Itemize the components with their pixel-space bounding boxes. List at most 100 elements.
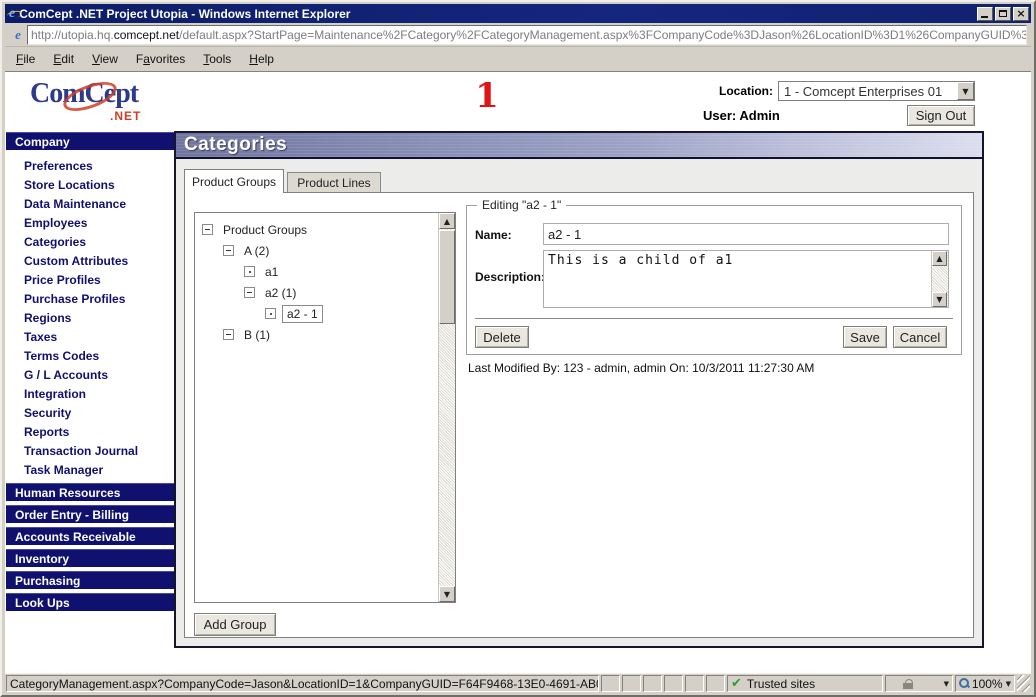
- sidebar-section-purchasing[interactable]: Purchasing: [6, 571, 174, 589]
- sidebar-item-data-maintenance[interactable]: Data Maintenance: [6, 194, 174, 213]
- security-dropdown-arrow-icon[interactable]: ▼: [944, 680, 949, 688]
- collapse-icon[interactable]: [223, 329, 234, 340]
- menu-view[interactable]: View: [83, 48, 127, 70]
- comcept-logo: ComCept .NET: [30, 76, 170, 126]
- tree-scrollbar[interactable]: ▲ ▼: [438, 213, 455, 602]
- sidebar-item-terms-codes[interactable]: Terms Codes: [6, 346, 174, 365]
- editor-fieldset: Editing "a2 - 1" Name: Description: This…: [466, 198, 962, 355]
- product-groups-tree: Product Groups A (2) a1 a2 (1) a2 - 1 B (1) ▲…: [194, 212, 456, 603]
- minus-glyph: [226, 334, 231, 335]
- menu-edit[interactable]: Edit: [44, 48, 83, 70]
- page-favicon-icon: e: [15, 26, 21, 42]
- add-group-button[interactable]: Add Group: [194, 613, 276, 636]
- menu-tools[interactable]: Tools: [194, 48, 240, 70]
- sidebar-item-purchase-profiles[interactable]: Purchase Profiles: [6, 289, 174, 308]
- leaf-icon[interactable]: [244, 266, 255, 277]
- close-icon: ×: [1016, 7, 1026, 20]
- address-input[interactable]: http://utopia.hq. comcept.net/default.asp…: [27, 24, 1027, 45]
- sidebar-item-regions[interactable]: Regions: [6, 308, 174, 327]
- description-field-wrapper: This is a child of a1 ▲ ▼: [543, 250, 949, 308]
- collapse-icon[interactable]: [202, 224, 213, 235]
- delete-button[interactable]: Delete: [475, 326, 529, 348]
- leaf-icon[interactable]: [265, 308, 276, 319]
- menu-help[interactable]: Help: [240, 48, 283, 70]
- tree-node-label[interactable]: A (2): [240, 243, 273, 259]
- sidebar-item-g-l-accounts[interactable]: G / L Accounts: [6, 365, 174, 384]
- sidebar-item-categories[interactable]: Categories: [6, 232, 174, 251]
- tree-node-label[interactable]: B (1): [240, 327, 274, 343]
- tree-node-a-2[interactable]: A (2): [195, 240, 438, 261]
- location-dropdown-arrow-icon[interactable]: ▼: [957, 82, 974, 100]
- sidebar-item-custom-attributes[interactable]: Custom Attributes: [6, 251, 174, 270]
- description-label: Description:: [475, 270, 546, 284]
- tab-page: Product Groups A (2) a1 a2 (1) a2 - 1 B (1) ▲…: [184, 192, 974, 638]
- minimize-button[interactable]: [977, 6, 993, 21]
- user-label: User: Admin: [703, 108, 780, 123]
- save-button[interactable]: Save: [843, 326, 887, 348]
- minus-glyph: [226, 250, 231, 251]
- sidebar-section-company[interactable]: Company: [6, 132, 174, 150]
- tree-node-a2-1[interactable]: a2 - 1: [195, 303, 438, 324]
- sidebar-section-inventory[interactable]: Inventory: [6, 549, 174, 567]
- close-button[interactable]: ×: [1013, 6, 1029, 21]
- tree-node-a2-1[interactable]: a2 (1): [195, 282, 438, 303]
- sidebar-item-transaction-journal[interactable]: Transaction Journal: [6, 441, 174, 460]
- location-label: Location:: [719, 84, 773, 98]
- resize-grip[interactable]: [1017, 675, 1030, 692]
- menu-file[interactable]: File: [7, 48, 44, 70]
- tree-node-b-1[interactable]: B (1): [195, 324, 438, 345]
- sidebar-item-price-profiles[interactable]: Price Profiles: [6, 270, 174, 289]
- tab-product-lines[interactable]: Product Lines: [287, 172, 381, 193]
- description-scrollbar[interactable]: ▲ ▼: [931, 251, 948, 307]
- tree-node-label[interactable]: a2 (1): [261, 285, 300, 301]
- sidebar-item-integration[interactable]: Integration: [6, 384, 174, 403]
- page-content: ComCept .NET 1 Location: 1 - Comcept Ent…: [5, 72, 1031, 673]
- tree-node-label[interactable]: a2 - 1: [282, 304, 323, 323]
- tree-node-label[interactable]: a1: [261, 264, 282, 280]
- editor-legend: Editing "a2 - 1": [477, 198, 567, 212]
- logo-net-label: .NET: [110, 109, 142, 123]
- scroll-down-icon[interactable]: ▼: [439, 586, 455, 602]
- cancel-button[interactable]: Cancel: [893, 326, 947, 348]
- window-title: ComCept .NET Project Utopia - Windows In…: [19, 6, 351, 21]
- logo-text: ComCept: [30, 78, 139, 109]
- sidebar-section-accounts-receivable[interactable]: Accounts Receivable: [6, 527, 174, 545]
- collapse-icon[interactable]: [244, 287, 255, 298]
- tree-node-a1[interactable]: a1: [195, 261, 438, 282]
- name-label: Name:: [475, 228, 512, 242]
- scrollbar-thumb[interactable]: [439, 230, 455, 324]
- sign-out-button[interactable]: Sign Out: [907, 105, 975, 126]
- status-zoom-panel[interactable]: 100% ▼: [955, 675, 1015, 692]
- sidebar-item-taxes[interactable]: Taxes: [6, 327, 174, 346]
- sidebar-item-employees[interactable]: Employees: [6, 213, 174, 232]
- collapse-icon[interactable]: [223, 245, 234, 256]
- sidebar-section-human-resources[interactable]: Human Resources: [6, 483, 174, 501]
- location-selected-value: 1 - Comcept Enterprises 01: [784, 83, 943, 99]
- tree-node-product-groups[interactable]: Product Groups: [195, 219, 438, 240]
- sidebar-item-reports[interactable]: Reports: [6, 422, 174, 441]
- description-input[interactable]: This is a child of a1: [544, 251, 931, 307]
- location-select[interactable]: 1 - Comcept Enterprises 01 ▼: [778, 81, 975, 101]
- status-security-panel[interactable]: ▼: [885, 675, 953, 692]
- sidebar-section-look-ups[interactable]: Look Ups: [6, 593, 174, 611]
- sidebar-item-preferences[interactable]: Preferences: [6, 156, 174, 175]
- name-input[interactable]: [543, 223, 949, 245]
- menu-favorites[interactable]: Favorites: [127, 48, 194, 70]
- sidebar-item-task-manager[interactable]: Task Manager: [6, 460, 174, 479]
- title-bar: e ComCept .NET Project Utopia - Windows …: [5, 4, 1031, 23]
- scroll-up-icon[interactable]: ▲: [932, 251, 947, 266]
- scroll-up-icon[interactable]: ▲: [439, 213, 455, 229]
- scroll-down-icon[interactable]: ▼: [932, 292, 947, 307]
- zoom-dropdown-arrow-icon[interactable]: ▼: [1006, 680, 1011, 688]
- status-panel-spacer: [622, 675, 641, 692]
- url-prefix: http://utopia.hq.: [31, 27, 114, 42]
- tab-product-groups[interactable]: Product Groups: [184, 169, 284, 193]
- sidebar-item-security[interactable]: Security: [6, 403, 174, 422]
- maximize-button[interactable]: [995, 6, 1011, 21]
- minus-glyph: [247, 292, 252, 293]
- sidebar-section-order-entry-billing[interactable]: Order Entry - Billing: [6, 505, 174, 523]
- last-modified-text: Last Modified By: 123 - admin, admin On:…: [468, 361, 815, 375]
- sidebar-item-store-locations[interactable]: Store Locations: [6, 175, 174, 194]
- address-bar: e http://utopia.hq. comcept.net/default.a…: [5, 23, 1031, 47]
- tree-node-label[interactable]: Product Groups: [219, 222, 311, 238]
